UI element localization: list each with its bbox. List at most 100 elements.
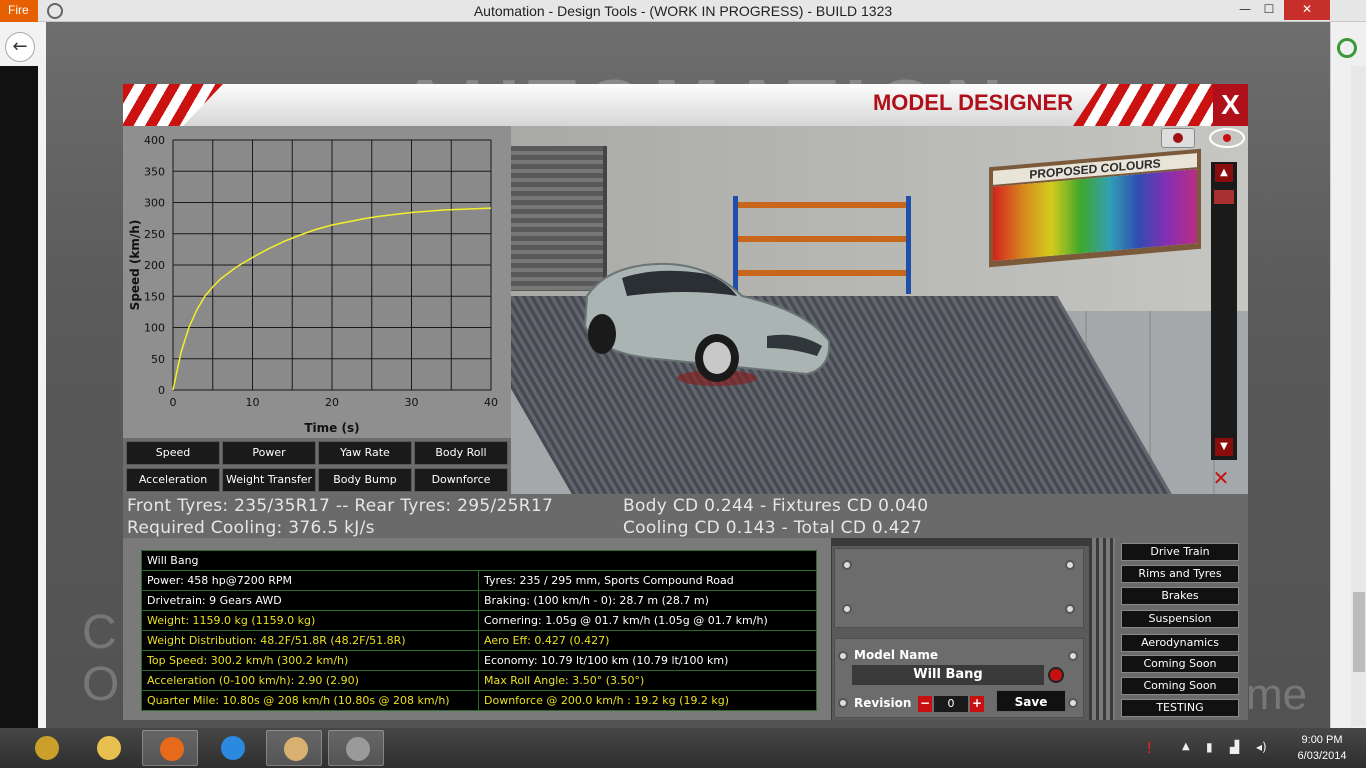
action-center-alert-icon[interactable]: ! xyxy=(1146,738,1160,757)
windows-taskbar: ! ▲ ▮ ▟ ◂) 9:00 PM 6/03/2014 xyxy=(0,728,1366,768)
testing-button[interactable]: TESTING xyxy=(1121,699,1239,717)
tyres-summary: Front Tyres: 235/35R17 -- Rear Tyres: 29… xyxy=(127,496,554,516)
eye-icon[interactable] xyxy=(1209,128,1245,148)
back-button[interactable]: ← xyxy=(5,32,35,62)
taskbar-app-firefox[interactable] xyxy=(142,730,198,766)
colour-palette-board[interactable]: PROPOSED COLOURS xyxy=(989,148,1201,268)
power-icon[interactable]: ▮ xyxy=(1206,740,1220,754)
drive-train-button[interactable]: Drive Train xyxy=(1121,543,1239,561)
panel-divider xyxy=(1089,538,1115,720)
aerodynamics-button[interactable]: Aerodynamics xyxy=(1121,634,1239,652)
graph-body-roll-button[interactable]: Body Roll xyxy=(414,441,508,465)
model-name-plate: Model Name Will Bang Revision − 0 + Save xyxy=(832,546,1089,720)
maximize-button[interactable]: ☐ xyxy=(1252,0,1286,20)
chevron-up-icon[interactable]: ▲ xyxy=(1215,164,1233,182)
screw xyxy=(842,560,852,570)
stats-row: Drivetrain: 9 Gears AWD Braking: (100 km/… xyxy=(141,590,817,611)
x-axis-label: Time (s) xyxy=(304,421,359,435)
colour-swatches[interactable] xyxy=(993,169,1197,261)
stat-left: Quarter Mile: 10.80s @ 208 km/h (10.80s … xyxy=(141,690,479,711)
camera-icon[interactable] xyxy=(1161,128,1195,148)
x-tick-label: 10 xyxy=(246,396,260,409)
stat-right: Max Roll Angle: 3.50° (3.50°) xyxy=(478,670,817,691)
y-tick-label: 350 xyxy=(144,165,165,178)
zoom-slider[interactable] xyxy=(1211,162,1237,460)
internet-explorer-icon xyxy=(221,736,245,760)
background-menu-text: C O xyxy=(82,607,119,711)
taskbar-app-ie[interactable] xyxy=(204,730,260,766)
zoom-slider-thumb[interactable] xyxy=(1214,190,1234,204)
brakes-button[interactable]: Brakes xyxy=(1121,587,1239,605)
screw xyxy=(842,604,852,614)
taskbar-app-automation[interactable] xyxy=(328,730,384,766)
taskbar-app-explorer[interactable] xyxy=(80,730,136,766)
clear-name-icon[interactable] xyxy=(1048,667,1064,683)
cooling-summary: Required Cooling: 376.5 kJ/s xyxy=(127,518,375,538)
stats-row: Weight: 1159.0 kg (1159.0 kg) Cornering: … xyxy=(141,610,817,631)
revision-increment-button[interactable]: + xyxy=(970,696,984,712)
coming-soon-button[interactable]: Coming Soon xyxy=(1121,655,1239,673)
background-menu-text-right: me xyxy=(1246,670,1308,719)
show-hidden-icons-arrow[interactable]: ▲ xyxy=(1182,741,1190,752)
design-category-menu: Drive Train Rims and Tyres Brakes Suspen… xyxy=(1115,538,1248,720)
stat-left: Acceleration (0-100 km/h): 2.90 (2.90) xyxy=(141,670,479,691)
volume-icon[interactable]: ◂) xyxy=(1256,740,1270,754)
body-cd-summary: Body CD 0.244 - Fixtures CD 0.040 xyxy=(623,496,929,516)
graph-weight-transfer-button[interactable]: Weight Transfer xyxy=(222,468,316,492)
screw xyxy=(838,698,848,708)
header-stripes-right xyxy=(1073,84,1213,126)
paint-icon xyxy=(284,737,308,761)
graph-selector: Speed Power Yaw Rate Body Roll Accelerat… xyxy=(123,438,511,494)
performance-graph: 0 50 100 150 200 250 300 350 400 0 10 20 30 40 Time (s… xyxy=(123,126,511,438)
browser-right-strip xyxy=(1330,22,1366,728)
model-designer-panel: MODEL DESIGNER X 0 50 100 150 200 250 300 350 40… xyxy=(123,84,1248,720)
stats-row: Top Speed: 300.2 km/h (300.2 km/h) Econom… xyxy=(141,650,817,671)
graph-power-button[interactable]: Power xyxy=(222,441,316,465)
y-tick-label: 150 xyxy=(144,290,165,303)
window-titlebar: Fire Automation - Design Tools - (WORK I… xyxy=(0,0,1366,22)
graph-body-bump-button[interactable]: Body Bump xyxy=(318,468,412,492)
file-explorer-icon xyxy=(97,736,121,760)
screw xyxy=(1065,560,1075,570)
taskbar-app-wow[interactable] xyxy=(18,730,74,766)
taskbar-app-paint[interactable] xyxy=(266,730,322,766)
stat-left: Weight: 1159.0 kg (1159.0 kg) xyxy=(141,610,479,631)
stat-right: Braking: (100 km/h - 0): 28.7 m (28.7 m) xyxy=(478,590,817,611)
x-tick-label: 40 xyxy=(484,396,498,409)
suspension-button[interactable]: Suspension xyxy=(1121,610,1239,628)
clock-date[interactable]: 6/03/2014 xyxy=(1284,750,1360,762)
graph-acceleration-button[interactable]: Acceleration xyxy=(126,468,220,492)
header-stripes-left xyxy=(123,84,223,126)
model-name-input[interactable]: Will Bang xyxy=(852,665,1044,685)
chevron-down-icon[interactable]: ▼ xyxy=(1215,438,1233,456)
speed-chart: 0 50 100 150 200 250 300 350 400 0 10 20 30 40 Time (s… xyxy=(128,134,498,435)
x-tick-label: 0 xyxy=(170,396,177,409)
graph-yaw-rate-button[interactable]: Yaw Rate xyxy=(318,441,412,465)
close-window-button[interactable]: ✕ xyxy=(1284,0,1330,20)
clock-time[interactable]: 9:00 PM xyxy=(1284,734,1360,746)
panel-header: MODEL DESIGNER X xyxy=(123,84,1248,126)
graph-downforce-button[interactable]: Downforce xyxy=(414,468,508,492)
stat-left: Weight Distribution: 48.2F/51.8R (48.2F/… xyxy=(141,630,479,651)
save-button[interactable]: Save xyxy=(996,690,1066,712)
y-axis-label: Speed (km/h) xyxy=(128,220,142,311)
coming-soon-button-2[interactable]: Coming Soon xyxy=(1121,677,1239,695)
revision-decrement-button[interactable]: − xyxy=(918,696,932,712)
page-scrollbar-thumb[interactable] xyxy=(1353,592,1365,672)
screw xyxy=(1068,698,1078,708)
automation-icon xyxy=(346,737,370,761)
y-tick-label: 0 xyxy=(158,384,165,397)
stats-row: Power: 458 hp@7200 RPM Tyres: 235 / 295 m… xyxy=(141,570,817,591)
network-signal-icon[interactable]: ▟ xyxy=(1230,740,1244,754)
rims-and-tyres-button[interactable]: Rims and Tyres xyxy=(1121,565,1239,583)
graph-speed-button[interactable]: Speed xyxy=(126,441,220,465)
panel-close-button[interactable]: X xyxy=(1213,84,1248,126)
car-3d-viewport[interactable]: PROPOSED COLOURS ▲ ▼ ✕ xyxy=(511,126,1248,494)
model-stats-name: Will Bang xyxy=(141,550,817,571)
background-letter: O xyxy=(82,658,120,711)
reset-view-icon[interactable]: ✕ xyxy=(1205,466,1237,490)
model-stats-table: Will Bang Power: 458 hp@7200 RPM Tyres: 2… xyxy=(141,550,817,711)
browser-dark-strip xyxy=(0,66,38,728)
extension-icon[interactable] xyxy=(1337,38,1357,58)
stat-left: Drivetrain: 9 Gears AWD xyxy=(141,590,479,611)
